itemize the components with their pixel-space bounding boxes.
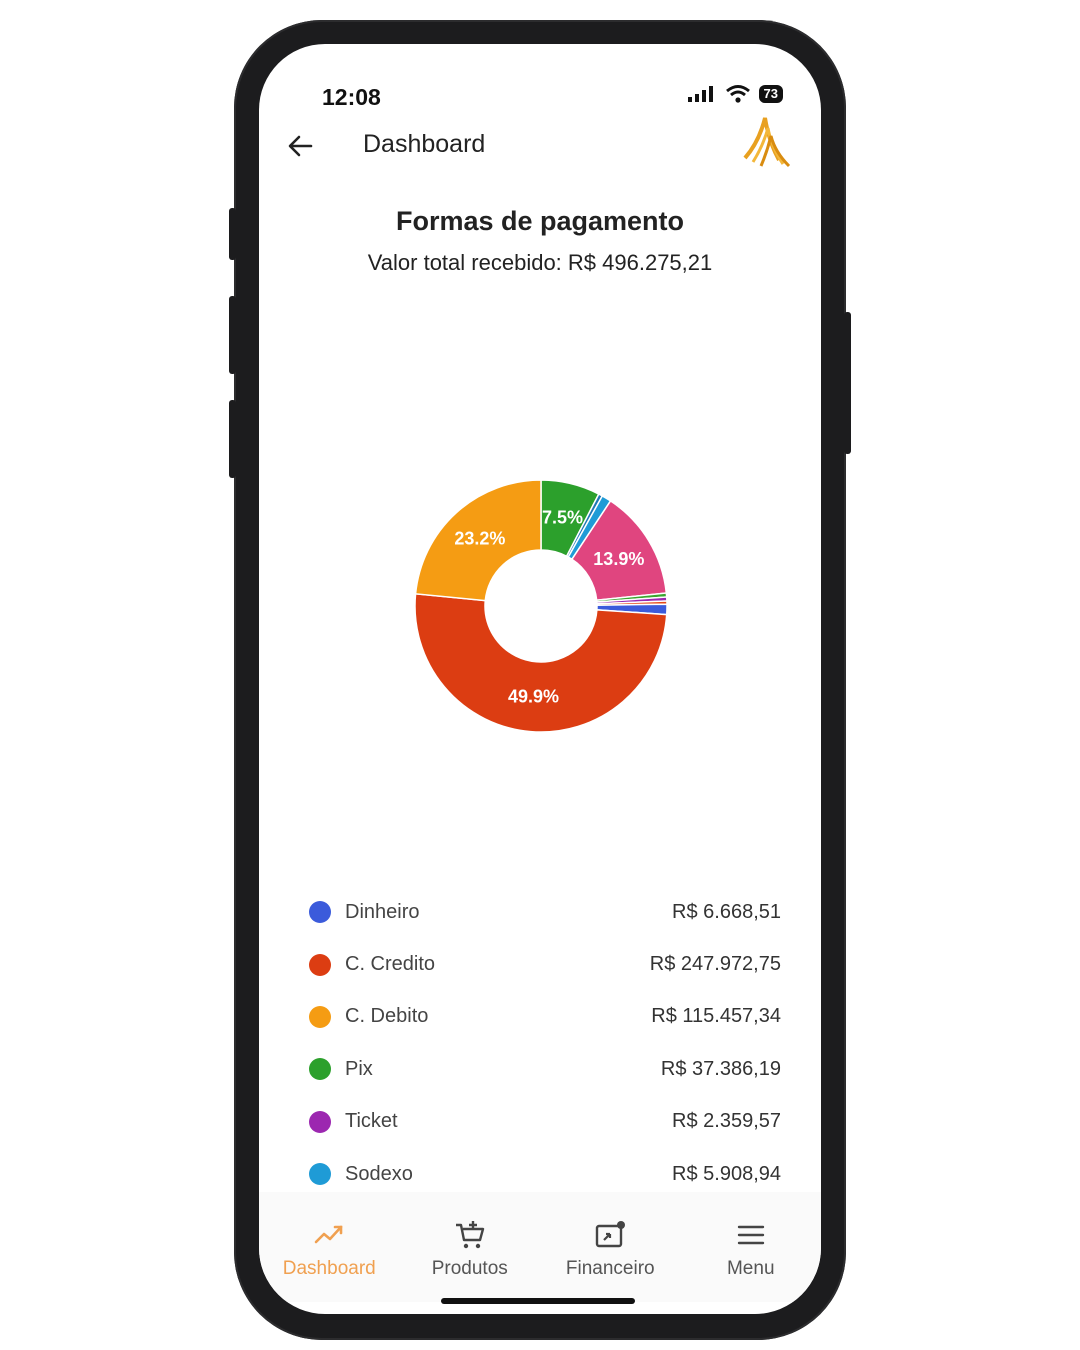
legend-row: C. Debito R$ 115.457,34 [307,991,781,1043]
battery-indicator: 73 [758,85,783,103]
legend-color-dot [309,953,331,976]
chart-total: Valor total recebido: R$ 496.275,21 [367,250,713,275]
donut-slice-label: 13.9% [593,549,644,569]
bottom-nav: Dashboard Produtos Financeiro Menu [259,1192,821,1302]
nav-dashboard-label: Dashboard [282,1258,376,1279]
legend-label: C. Credito [345,953,436,976]
nav-menu-label: Menu [726,1258,775,1279]
nav-financeiro-label: Financeiro [565,1258,655,1279]
legend-label: Ticket [345,1110,398,1133]
menu-icon [737,1225,764,1245]
legend-row: Dinheiro R$ 6.668,51 [307,886,781,938]
nav-produtos[interactable]: Produtos [400,1192,541,1302]
donut-slice-label: 7.5% [542,508,583,528]
status-time: 12:08 [322,84,381,110]
power-button [844,312,851,454]
donut-slice-label: 23.2% [454,529,505,549]
legend-color-dot [309,901,331,924]
nav-dashboard[interactable]: Dashboard [259,1192,400,1302]
nav-produtos-label: Produtos [431,1258,508,1279]
legend-color-dot [309,1110,331,1133]
legend-color-dot [309,1163,331,1186]
legend-value: R$ 5.908,94 [672,1162,781,1185]
volume-down-button [229,400,236,478]
status-bar-icons: 73 [687,84,783,104]
legend-value: R$ 247.972,75 [649,953,781,976]
legend-label: Pix [345,1057,373,1080]
legend-label: Dinheiro [345,900,420,923]
finance-icon [596,1221,626,1248]
nav-menu[interactable]: Menu [681,1192,822,1302]
chart-trend-icon [314,1225,343,1244]
donut-slice-c-credito [414,592,668,733]
wifi-icon [725,85,750,103]
legend-row: Ticket R$ 2.359,57 [307,1096,781,1148]
legend-label: C. Debito [345,1005,429,1028]
payment-donut-chart: 7.5% 13.9% 49.9% 23.2% [414,479,668,733]
nav-financeiro[interactable]: Financeiro [540,1192,681,1302]
page-title: Dashboard [363,130,486,158]
legend-value: R$ 115.457,34 [651,1005,781,1028]
signal-icon [687,86,713,102]
mute-switch [229,208,236,260]
legend-value: R$ 6.668,51 [672,900,781,923]
back-arrow-icon[interactable] [283,128,319,164]
cart-add-icon [455,1221,484,1249]
donut-slice-label: 49.9% [508,687,559,707]
app-screen: 12:08 73 Dashboard Formas de pagamento V… [259,44,821,1314]
volume-up-button [229,296,236,374]
home-indicator [441,1298,635,1304]
brand-logo [743,117,791,168]
legend-value: R$ 37.386,19 [660,1057,781,1080]
legend-color-dot [309,1005,331,1028]
payment-legend: Dinheiro R$ 6.668,51 C. Credito R$ 247.972,… [307,886,781,1200]
legend-row: Pix R$ 37.386,19 [307,1043,781,1095]
chart-title: Formas de pagamento [395,206,685,236]
legend-label: Sodexo [345,1162,413,1185]
legend-value: R$ 2.359,57 [672,1110,781,1133]
legend-row: C. Credito R$ 247.972,75 [307,938,781,990]
legend-color-dot [309,1058,331,1081]
